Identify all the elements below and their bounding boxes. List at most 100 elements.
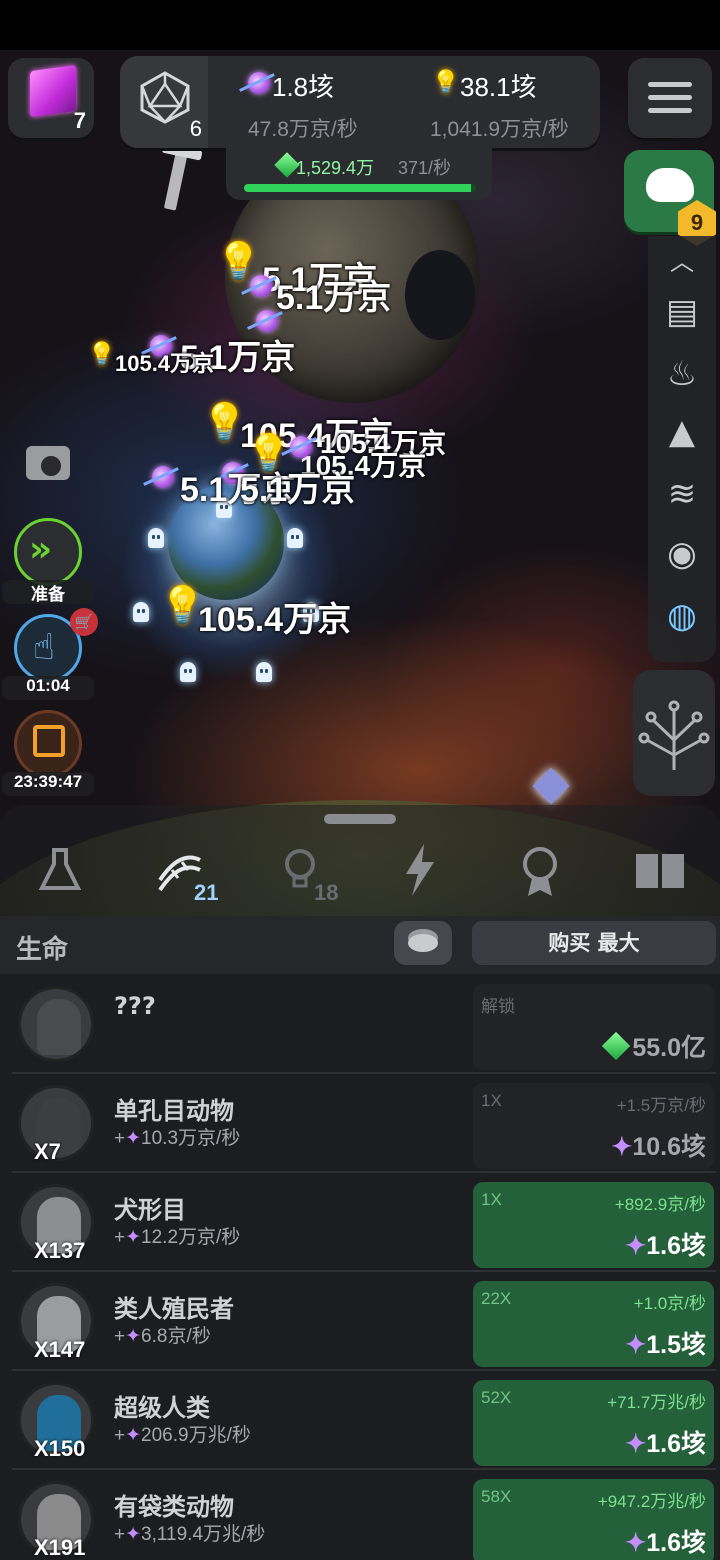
- tree-button[interactable]: [633, 670, 715, 796]
- cart-icon[interactable]: 🛒: [70, 608, 98, 636]
- buy-increment: +947.2万兆/秒: [597, 1492, 706, 1511]
- moon-crater: [405, 250, 475, 340]
- creature-rate: +✦6.8京/秒: [114, 1326, 211, 1347]
- cell-icon[interactable]: ◉: [662, 534, 702, 574]
- coin-toggle-button[interactable]: [394, 921, 452, 965]
- buy-multiplier: 22X: [481, 1289, 512, 1308]
- gem-icon: [290, 436, 312, 458]
- floating-reward: 105.4万京: [198, 601, 352, 639]
- buy-card[interactable]: 22X +1.0京/秒 ✦1.5垓: [473, 1281, 714, 1367]
- status-bar: [0, 0, 720, 50]
- dice-icon: [140, 71, 190, 124]
- buy-card[interactable]: 解锁 55.0亿: [473, 984, 714, 1070]
- cube-count: 7: [73, 108, 86, 133]
- tap-timer: 01:04: [2, 676, 94, 700]
- buy-cost: ✦1.6垓: [625, 1226, 706, 1262]
- creature-rate: +✦12.2万京/秒: [114, 1227, 241, 1248]
- menu-button[interactable]: [628, 58, 712, 138]
- gem-icon: ✦: [125, 1326, 142, 1347]
- fire-icon[interactable]: ♨: [662, 354, 702, 394]
- creature-rate-value: 12.2万京/秒: [141, 1227, 241, 1248]
- green-progress-bar: [244, 184, 476, 192]
- floating-reward: 105.4万京: [115, 351, 215, 376]
- green-progress-fill: [244, 184, 472, 192]
- alien-icon[interactable]: ︿: [662, 242, 702, 282]
- creature-count: X147: [34, 1337, 86, 1362]
- globe-icon[interactable]: ◍: [662, 596, 702, 636]
- ready-button[interactable]: »: [14, 518, 82, 586]
- list-item: X137 犬形目 +✦12.2万京/秒 1X +892.9京/秒 ✦1.6垓: [12, 1176, 716, 1272]
- calendar-timer: 23:39:47: [2, 772, 94, 796]
- buy-card[interactable]: 58X +947.2万兆/秒 ✦1.6垓: [473, 1479, 714, 1560]
- gem-icon: ✦: [125, 1524, 142, 1545]
- mountain-icon[interactable]: ▲: [662, 412, 702, 452]
- creature-name: 超级人类: [114, 1394, 210, 1422]
- buy-card[interactable]: 1X +892.9京/秒 ✦1.6垓: [473, 1182, 714, 1268]
- buy-multiplier: 58X: [481, 1487, 512, 1506]
- ghost-icon: [133, 602, 149, 622]
- buy-max-button[interactable]: 购买 最大: [472, 921, 716, 965]
- buy-multiplier: 1X: [481, 1190, 502, 1209]
- creature-avatar: [18, 986, 94, 1062]
- dice-button[interactable]: 6: [120, 56, 208, 148]
- creature-rate: +✦10.3万京/秒: [114, 1128, 241, 1149]
- creature-rate-value: 206.9万兆/秒: [141, 1425, 251, 1446]
- ghost-icon: [148, 528, 164, 548]
- crystal-pickup[interactable]: [532, 767, 570, 805]
- gem-icon: [248, 72, 270, 94]
- floating-reward: 5.1万京: [240, 471, 356, 509]
- hammer-icon: [163, 149, 189, 211]
- buy-card[interactable]: 52X +71.7万兆/秒 ✦1.6垓: [473, 1380, 714, 1466]
- buy-multiplier: 1X: [481, 1091, 502, 1110]
- cube-button[interactable]: 7: [8, 58, 94, 138]
- flask-icon: [38, 848, 82, 890]
- green-gem-icon: [602, 1031, 631, 1061]
- tab-book[interactable]: [630, 840, 690, 900]
- gem-icon: ✦: [611, 1133, 633, 1161]
- calendar-button[interactable]: [14, 710, 82, 778]
- gem-icon: ✦: [625, 1232, 647, 1260]
- drag-handle[interactable]: [324, 814, 396, 824]
- tree-icon: [638, 700, 710, 770]
- green-rate: 371/秒: [398, 158, 452, 178]
- gem-icon: [250, 275, 272, 297]
- idea-amount: 38.1垓: [460, 72, 537, 102]
- buy-increment: +71.7万兆/秒: [607, 1393, 706, 1412]
- lightbulb-icon: 💡: [432, 70, 460, 95]
- buy-cost-value: 55.0亿: [632, 1034, 706, 1062]
- idea-rate: 1,041.9万京/秒: [430, 118, 569, 141]
- buy-cost-value: 10.6垓: [632, 1133, 706, 1161]
- camera-icon[interactable]: [26, 446, 70, 480]
- resource-panel[interactable]: 6 1.8垓 47.8万京/秒 💡 38.1垓 1,041.9万京/秒: [120, 56, 600, 148]
- tab-lightbulb-count: 18: [314, 880, 339, 905]
- lightning-icon: [406, 844, 434, 896]
- creature-figure: [37, 999, 81, 1055]
- creature-count: X7: [34, 1139, 61, 1164]
- lightbulb-icon: 💡: [88, 342, 116, 367]
- buy-cost-value: 1.5垓: [646, 1331, 706, 1359]
- creature-name: ???: [114, 992, 156, 1020]
- tab-lightning[interactable]: [390, 840, 450, 900]
- buy-cost: 55.0亿: [602, 1028, 706, 1064]
- tab-dna-count: 21: [194, 880, 219, 905]
- tab-flask[interactable]: [30, 840, 90, 900]
- waves-icon[interactable]: ≋: [662, 474, 702, 514]
- buy-card[interactable]: 1X +1.5万京/秒 ✦10.6垓: [473, 1083, 714, 1169]
- cube-icon: [30, 64, 76, 118]
- tab-medal[interactable]: [510, 840, 570, 900]
- list-item: X147 类人殖民者 +✦6.8京/秒 22X +1.0京/秒 ✦1.5垓: [12, 1275, 716, 1371]
- dice-count: 6: [189, 116, 202, 141]
- list-item: ??? 解锁 55.0亿: [12, 978, 716, 1074]
- book-icon[interactable]: ▤: [662, 292, 702, 332]
- gem-icon: [152, 466, 174, 488]
- creature-name: 单孔目动物: [114, 1097, 234, 1125]
- gem-icon: ✦: [625, 1430, 647, 1458]
- creature-count: X150: [34, 1436, 86, 1461]
- buy-cost-value: 1.6垓: [646, 1529, 706, 1557]
- creature-count: X137: [34, 1238, 86, 1263]
- green-amount: 1,529.4万: [296, 158, 375, 178]
- creature-rate: +✦3,119.4万兆/秒: [114, 1524, 266, 1545]
- creature-name: 类人殖民者: [114, 1295, 234, 1323]
- calendar-icon: [33, 725, 65, 757]
- gem-icon: ✦: [625, 1529, 647, 1557]
